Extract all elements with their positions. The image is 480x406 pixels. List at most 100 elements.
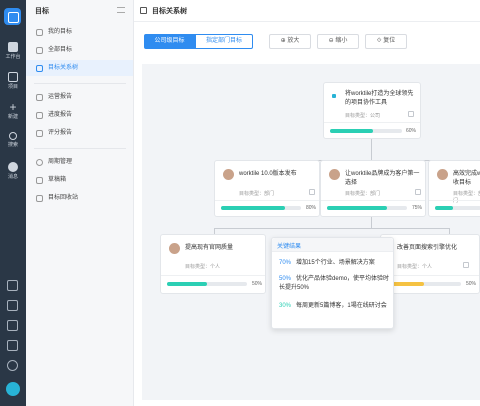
chat-icon[interactable] <box>6 382 20 396</box>
rail-item-search[interactable]: 搜索 <box>0 132 26 148</box>
help-icon[interactable] <box>7 360 18 371</box>
sidebar-item-cycle-management[interactable]: 周期管理 <box>26 154 133 170</box>
cycle-icon <box>36 159 43 166</box>
goal-title: 将worktile打造为全球领先的项目协作工具 <box>345 91 414 106</box>
sidebar-item-label: 我的目标 <box>48 29 73 35</box>
progress-bar <box>221 206 301 210</box>
progress-percent: 75% <box>412 205 423 211</box>
goal-type: 目标类型：部门 <box>239 191 275 197</box>
trash-icon <box>36 195 43 202</box>
key-result-item: 30% 每周更新5篇博客，1場在线研讨会 <box>279 302 391 311</box>
target-icon <box>36 29 43 36</box>
sidebar-item-label: 运营报告 <box>48 94 73 100</box>
divider <box>429 200 480 201</box>
key-result-text: 每周更新5篇博客，1場在线研讨会 <box>296 303 387 309</box>
goal-sidebar: 目标 我的目标 全部目标 目标关系树 运营报告 进度报告 评分报告 周期管理 草… <box>26 0 134 406</box>
progress-bar <box>327 206 407 210</box>
goal-title: worktile 10.0版本发布 <box>239 171 297 177</box>
rail-item-message[interactable]: 消息 <box>0 162 26 180</box>
goal-type: 目标类型：个人 <box>397 264 433 270</box>
connector <box>371 216 372 228</box>
app-rail: 工作台 项目 + 新建 搜索 消息 <box>0 0 26 406</box>
progress-fill <box>167 282 207 286</box>
key-result-item: 70% 增加15个行业、场景解决方案 <box>279 259 391 268</box>
goal-title: 改善页面搜索引擎优化 <box>397 245 458 251</box>
goal-card[interactable]: worktile 10.0版本发布 目标类型：部门 80% <box>214 160 320 217</box>
key-result-text: 优化产品体验demo，使平均体验时长提升50% <box>279 276 390 291</box>
progress-fill <box>330 129 374 133</box>
sidebar-item-label: 进度报告 <box>48 112 73 118</box>
project-icon <box>8 72 18 82</box>
divider <box>34 148 126 149</box>
edit-icon[interactable] <box>463 262 469 268</box>
sidebar-item-drafts[interactable]: 草稿箱 <box>26 172 133 188</box>
rail-item-workbench[interactable]: 工作台 <box>0 42 26 60</box>
search-icon <box>9 132 17 140</box>
divider <box>381 275 479 276</box>
progress-bar <box>330 129 402 133</box>
goal-type: 目标类型：公司 <box>345 113 381 119</box>
progress-percent: 60% <box>406 128 417 134</box>
goal-card-root[interactable]: 将worktile打造为全球领先的项目协作工具 目标类型：公司 60% <box>323 82 421 139</box>
avatar <box>329 169 340 180</box>
rail-label: 消息 <box>7 174 18 180</box>
progress-fill <box>221 206 285 210</box>
zoom-out-button[interactable]: ⊖ 缩小 <box>317 34 359 49</box>
sidebar-item-goal-tree[interactable]: 目标关系树 <box>26 60 133 76</box>
app-icon-2[interactable] <box>7 300 18 311</box>
sidebar-item-label: 目标关系树 <box>48 65 79 71</box>
goal-card[interactable]: 提高现有官网质量 目标类型：个人 50% <box>160 234 266 294</box>
key-result-percent: 30% <box>279 303 292 309</box>
rail-item-project[interactable]: 项目 <box>0 72 26 90</box>
edit-icon[interactable] <box>415 189 421 195</box>
app-logo-icon[interactable] <box>4 8 21 25</box>
sidebar-item-label: 全部目标 <box>48 47 73 53</box>
goal-icon <box>332 94 336 98</box>
box-icon[interactable] <box>7 340 18 351</box>
sidebar-item-recycle-bin[interactable]: 目标回收站 <box>26 190 133 206</box>
progress-bar <box>167 282 247 286</box>
avatar <box>223 169 234 180</box>
goal-type: 目标类型：部门 <box>345 191 381 197</box>
goal-type: 目标类型：部门 <box>453 191 480 204</box>
sidebar-item-score-report[interactable]: 评分报告 <box>26 125 133 141</box>
collapse-icon[interactable] <box>117 7 125 13</box>
zoom-in-button[interactable]: ⊕ 放大 <box>269 34 311 49</box>
progress-fill <box>327 206 387 210</box>
divider <box>215 200 319 201</box>
goal-title: 让worktile品牌成为客户第一选择 <box>345 171 420 186</box>
tree-icon <box>36 65 43 72</box>
key-result-percent: 50% <box>279 276 292 282</box>
connector <box>371 139 372 160</box>
goal-card[interactable]: 让worktile品牌成为客户第一选择 目标类型：部门 75% <box>320 160 426 217</box>
main-area: 目标关系树 公司级目标 指定部门目标 ⊕ 放大 ⊖ 缩小 ⟐ 复位 将workt… <box>134 0 480 406</box>
page-title: 目标关系树 <box>151 8 187 15</box>
edit-icon[interactable] <box>309 189 315 195</box>
tree-icon <box>140 7 147 14</box>
rail-label: 项目 <box>7 84 18 90</box>
target-icon <box>36 47 43 54</box>
divider <box>324 122 420 123</box>
app-icon-1[interactable] <box>7 280 18 291</box>
tree-canvas[interactable]: 将worktile打造为全球领先的项目协作工具 目标类型：公司 60% work… <box>142 64 480 400</box>
reset-button[interactable]: ⟐ 复位 <box>365 34 407 49</box>
tab-company-goals[interactable]: 公司级目标 <box>144 34 195 49</box>
edit-icon[interactable] <box>408 111 414 117</box>
folder-icon[interactable] <box>7 320 18 331</box>
sidebar-item-label: 目标回收站 <box>48 195 79 201</box>
progress-percent: 50% <box>466 281 477 287</box>
goal-card[interactable]: 改善页面搜索引擎优化 目标类型：个人 50% <box>380 234 480 294</box>
sidebar-item-operation-report[interactable]: 运营报告 <box>26 89 133 105</box>
tab-dept-goals[interactable]: 指定部门目标 <box>195 34 253 49</box>
goal-card[interactable]: 高效完成w收目标 目标类型：部门 <box>428 160 480 217</box>
sidebar-item-my-goals[interactable]: 我的目标 <box>26 24 133 40</box>
rail-label: 工作台 <box>5 54 21 60</box>
rail-item-new[interactable]: + 新建 <box>0 101 26 120</box>
goal-title: 高效完成w收目标 <box>453 171 480 186</box>
avatar <box>437 169 448 180</box>
progress-percent: 50% <box>252 281 263 287</box>
draft-icon <box>36 177 43 184</box>
sidebar-item-all-goals[interactable]: 全部目标 <box>26 42 133 58</box>
rail-label: 新建 <box>7 114 18 120</box>
sidebar-item-progress-report[interactable]: 进度报告 <box>26 107 133 123</box>
